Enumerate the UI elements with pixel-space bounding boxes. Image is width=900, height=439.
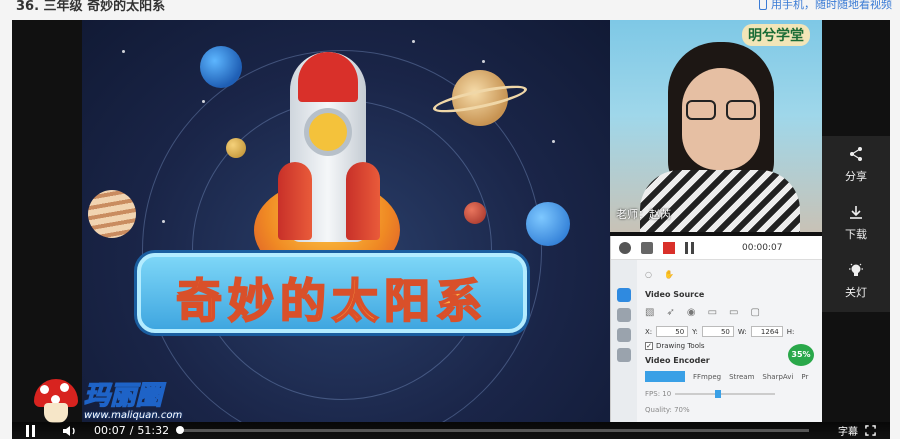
mobile-watch-label: 用手机，随时随地看视频	[771, 0, 892, 11]
download-icon	[850, 206, 862, 219]
duration: 51:32	[137, 424, 170, 437]
hand-icon[interactable]: ✋	[664, 270, 674, 279]
rocket-fin-right	[346, 162, 380, 240]
y-input[interactable]: 50	[701, 326, 734, 337]
mushroom-icon	[32, 377, 80, 425]
quality-row: Quality: 70%	[645, 406, 816, 414]
mars-planet	[464, 202, 486, 224]
page: 36. 三年级 奇妙的太阳系 用手机，随时随地看视频 奇妙的太阳系 明兮学堂 老…	[0, 0, 900, 439]
w-label: W:	[737, 327, 747, 336]
video-title: 36. 三年级 奇妙的太阳系	[16, 0, 166, 14]
download-button[interactable]: 下载	[822, 194, 890, 252]
slide-banner-text: 奇妙的太阳系	[175, 273, 488, 329]
recorder-main: ○ ✋ Video Source ▧ ➶ ◉ ▭ ▭ ▢ X: 50 Y: 50	[639, 260, 822, 422]
quality-label: Quality: 70%	[645, 406, 690, 414]
region-icon[interactable]: ➶	[666, 307, 674, 318]
rocket-window	[304, 108, 352, 156]
jupiter-planet	[88, 190, 136, 238]
phone-icon	[759, 0, 767, 10]
encoder-tabs: FFmpeg Stream SharpAvi Pr	[645, 371, 816, 382]
title-bar: 36. 三年级 奇妙的太阳系 用手机，随时随地看视频	[0, 0, 900, 18]
teacher-glasses	[686, 100, 758, 120]
volume-icon[interactable]	[62, 425, 78, 437]
webcam-source-icon[interactable]: ◉	[687, 307, 696, 318]
window-icon[interactable]: ▭	[708, 307, 717, 318]
progress-badge: 35%	[788, 344, 814, 366]
share-label: 分享	[845, 170, 867, 183]
screen-recorder-panel: 00:00:07 ○ ✋ Video Source ▧ ➶ ◉ ▭ ▭ ▢ X:…	[610, 236, 822, 422]
venus-planet	[226, 138, 246, 158]
video-source-options: ▧ ➶ ◉ ▭ ▭ ▢	[645, 307, 816, 318]
y-label: Y:	[692, 327, 698, 336]
no-video-icon[interactable]: ▧	[645, 307, 654, 318]
download-label: 下载	[845, 228, 867, 241]
side-action-panel: 分享 下载 关灯	[822, 136, 890, 312]
watermark-logo: 玛丽圈 www.maliquan.com	[32, 377, 182, 425]
teacher-shirt	[640, 170, 800, 232]
video-player[interactable]: 奇妙的太阳系 明兮学堂 老师：赵芮 00:00:07 ○ ✋ Video Sou…	[12, 20, 890, 439]
record-menu-icon[interactable]	[619, 241, 631, 254]
pointer-icon[interactable]: ○	[645, 270, 652, 279]
encoder-tab-active[interactable]	[645, 371, 685, 382]
video-source-heading: Video Source	[645, 290, 705, 299]
encoder-tab-sharpavi[interactable]: SharpAvi	[762, 373, 793, 381]
seek-bar[interactable]	[176, 426, 810, 434]
x-label: X:	[645, 327, 653, 336]
earth-planet	[200, 46, 242, 88]
neptune-planet	[526, 202, 570, 246]
x-input[interactable]: 50	[656, 326, 689, 337]
pause-button[interactable]	[26, 424, 38, 437]
player-controls: 00:07 / 51:32 字幕	[12, 422, 890, 439]
lights-off-label: 关灯	[845, 286, 867, 299]
teacher-webcam: 明兮学堂 老师：赵芮	[610, 20, 822, 232]
current-time: 00:07	[94, 424, 126, 437]
fps-label: FPS: 10	[645, 390, 672, 398]
encoder-tab-stream[interactable]: Stream	[729, 373, 754, 381]
help-icon[interactable]	[617, 348, 631, 362]
h-label: H:	[786, 327, 795, 336]
recorder-toolbar: 00:00:07	[611, 236, 822, 260]
fps-slider[interactable]	[675, 390, 776, 398]
time-separator: /	[129, 424, 134, 437]
encoder-tab-ffmpeg[interactable]: FFmpeg	[693, 373, 721, 381]
fullscreen-icon[interactable]	[865, 425, 876, 436]
lights-off-button[interactable]: 关灯	[822, 252, 890, 310]
share-button[interactable]: 分享	[822, 136, 890, 194]
fps-row: FPS: 10	[645, 390, 816, 398]
history-icon[interactable]	[617, 308, 631, 322]
recording-time: 00:00:07	[742, 242, 783, 253]
drawing-tools-label: Drawing Tools	[656, 342, 705, 350]
screen-icon[interactable]: ▭	[729, 307, 738, 318]
region-coordinates: X: 50 Y: 50 W: 1264 H:	[645, 326, 816, 337]
webcam-brand: 明兮学堂	[742, 24, 810, 46]
seek-bar-knob[interactable]	[176, 426, 185, 434]
mobile-watch-link[interactable]: 用手机，随时随地看视频	[759, 0, 892, 12]
subtitle-button[interactable]: 字幕	[838, 423, 858, 438]
slide-banner: 奇妙的太阳系	[137, 253, 527, 333]
w-input[interactable]: 1264	[750, 326, 783, 337]
watermark-url: www.maliquan.com	[84, 409, 183, 421]
light-bulb-icon	[849, 263, 863, 276]
drawing-tools-checkbox[interactable]: ✓	[645, 342, 653, 350]
fullscreen-source-icon[interactable]: ▢	[750, 307, 759, 318]
encoder-tab-more[interactable]: Pr	[801, 373, 808, 381]
recorder-tools: ○ ✋	[645, 264, 816, 284]
watermark-name: 玛丽圈	[83, 380, 163, 411]
settings-icon[interactable]	[617, 328, 631, 342]
teacher-caption: 老师：赵芮	[616, 208, 671, 221]
lesson-slide: 奇妙的太阳系	[82, 20, 610, 422]
rocket-fin-left	[278, 162, 312, 240]
camera-icon[interactable]	[641, 241, 653, 254]
share-icon	[850, 147, 862, 161]
recorder-sidebar	[611, 260, 637, 422]
stop-icon[interactable]	[663, 241, 675, 254]
home-icon[interactable]	[617, 288, 631, 302]
pause-icon[interactable]	[685, 241, 694, 254]
